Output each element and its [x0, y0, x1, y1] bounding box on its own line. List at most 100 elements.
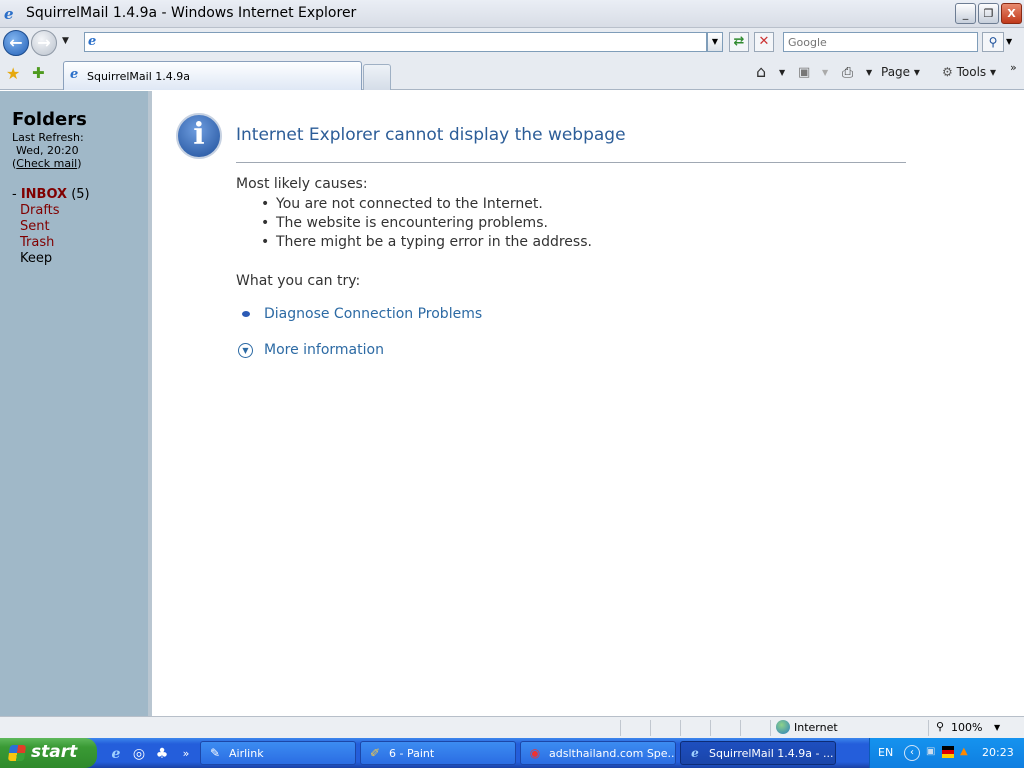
taskbar-item-squirrelmail[interactable]: e SquirrelMail 1.4.9a - ...	[680, 741, 836, 765]
quicklaunch-ie-icon[interactable]: e	[108, 746, 124, 762]
restore-button[interactable]: ❐	[978, 3, 999, 24]
tab-toolbar: ★ ✚ e SquirrelMail 1.4.9a ⌂ ▼ ▣ ▼ ⎙ ▼ Pa…	[0, 58, 1024, 90]
address-dropdown[interactable]: ▼	[707, 32, 723, 52]
paren-close: )	[77, 157, 82, 170]
ie-logo-icon: e	[4, 5, 14, 23]
print-dropdown[interactable]: ▼	[866, 68, 872, 77]
start-button[interactable]: start	[0, 738, 97, 768]
address-input[interactable]: e	[84, 32, 707, 52]
squirrelmail-sidebar: Folders Last Refresh: Wed, 20:20 (Check …	[0, 91, 152, 716]
zoom-icon[interactable]: ⚲	[936, 720, 944, 733]
network-icon[interactable]: ▣	[926, 746, 938, 758]
print-icon[interactable]: ⎙	[842, 65, 853, 81]
favorites-star-icon[interactable]: ★	[6, 64, 20, 83]
stop-button[interactable]: ✕	[754, 32, 774, 52]
cause-item: You are not connected to the Internet.	[261, 196, 592, 215]
back-button[interactable]: ←	[3, 30, 29, 56]
page-menu[interactable]: Page ▾	[881, 65, 920, 79]
toolbar-overflow-chevron[interactable]: »	[1010, 61, 1017, 74]
system-tray: EN ‹ ▣ ▲ 20:23	[869, 738, 1024, 768]
more-information-link[interactable]: More information	[264, 342, 384, 358]
stop-icon: ✕	[758, 34, 770, 49]
status-divider	[680, 720, 681, 736]
zoom-dropdown[interactable]: ▼	[994, 723, 1000, 732]
firewall-icon[interactable]: ▲	[960, 746, 972, 758]
language-indicator[interactable]: EN	[878, 746, 893, 759]
folder-inbox[interactable]: - INBOX (5)	[12, 187, 90, 202]
forward-button[interactable]: →	[31, 30, 57, 56]
zoom-level[interactable]: 100%	[951, 721, 982, 734]
ie-icon: e	[691, 746, 699, 760]
taskbar-item-paint[interactable]: ✐ 6 - Paint	[360, 741, 516, 765]
last-refresh-label: Last Refresh:	[12, 131, 84, 144]
start-label: start	[31, 742, 78, 762]
minimize-button[interactable]: _	[955, 3, 976, 24]
causes-list: You are not connected to the Internet. T…	[261, 196, 592, 253]
inbox-count: (5)	[67, 187, 90, 202]
status-divider	[710, 720, 711, 736]
folder-drafts[interactable]: Drafts	[20, 203, 60, 218]
task-label: SquirrelMail 1.4.9a - ...	[709, 747, 834, 760]
tools-menu[interactable]: ⚙ Tools ▾	[942, 65, 996, 79]
home-icon[interactable]: ⌂	[756, 62, 766, 81]
arrow-left-icon: ←	[9, 33, 23, 52]
status-divider	[650, 720, 651, 736]
check-mail-link[interactable]: Check mail	[16, 157, 77, 170]
quicklaunch-browser-icon[interactable]: ◎	[131, 746, 147, 762]
taskbar-item-adslthailand[interactable]: ◉ adslthailand.com Spe...	[520, 741, 676, 765]
search-input[interactable]	[783, 32, 978, 52]
feeds-icon[interactable]: ▣	[798, 65, 810, 80]
info-icon: i	[176, 113, 222, 159]
status-divider	[770, 720, 771, 736]
tools-label: Tools ▾	[956, 65, 996, 79]
search-options-dropdown[interactable]: ▼	[1006, 37, 1012, 46]
arrow-right-icon: →	[37, 33, 51, 52]
search-button[interactable]: ⚲	[982, 32, 1004, 52]
opera-icon: ◉	[529, 746, 541, 760]
new-tab-button[interactable]	[363, 64, 391, 90]
last-refresh-date: Wed, 20:20	[16, 144, 79, 157]
home-dropdown[interactable]: ▼	[779, 68, 785, 77]
windows-logo-icon	[7, 745, 27, 761]
title-bar: e SquirrelMail 1.4.9a - Windows Internet…	[0, 0, 1024, 28]
gear-icon: ⚙	[942, 65, 953, 79]
globe-icon	[776, 720, 790, 734]
task-label: adslthailand.com Spe...	[549, 747, 676, 760]
recent-pages-dropdown[interactable]: ▼	[62, 36, 69, 46]
divider	[236, 162, 906, 163]
task-label: 6 - Paint	[389, 747, 435, 760]
tab-squirrelmail[interactable]: e SquirrelMail 1.4.9a	[63, 61, 362, 90]
tray-expand-icon[interactable]: ‹	[904, 745, 920, 761]
taskbar-item-airlink[interactable]: ✎ Airlink	[200, 741, 356, 765]
quicklaunch-overflow-chevron[interactable]: »	[178, 746, 194, 762]
expand-chevron-icon[interactable]: ▼	[238, 343, 253, 358]
diagnose-link[interactable]: Diagnose Connection Problems	[264, 306, 482, 322]
document-icon: ✎	[209, 746, 221, 760]
window-title: SquirrelMail 1.4.9a - Windows Internet E…	[26, 5, 357, 21]
status-divider	[928, 720, 929, 736]
inbox-prefix: -	[12, 187, 21, 202]
status-divider	[620, 720, 621, 736]
address-toolbar: ← → ▼ e ▼ ⇄ ✕ ⚲ ▼	[0, 28, 1024, 58]
close-button[interactable]: X	[1001, 3, 1022, 24]
folder-trash[interactable]: Trash	[20, 235, 54, 250]
folder-keep[interactable]: Keep	[20, 251, 52, 266]
page-viewport: Folders Last Refresh: Wed, 20:20 (Check …	[0, 91, 1024, 716]
folders-heading: Folders	[12, 109, 87, 130]
quicklaunch-messenger-icon[interactable]: ♣	[154, 746, 170, 762]
security-zone: Internet	[794, 721, 838, 734]
refresh-icon: ⇄	[733, 34, 745, 49]
feeds-dropdown[interactable]: ▼	[822, 68, 828, 77]
error-title: Internet Explorer cannot display the web…	[236, 125, 626, 145]
cause-item: The website is encountering problems.	[261, 215, 592, 234]
try-heading: What you can try:	[236, 273, 361, 289]
flag-icon[interactable]	[942, 746, 954, 758]
folder-sent[interactable]: Sent	[20, 219, 50, 234]
causes-heading: Most likely causes:	[236, 176, 368, 192]
refresh-button[interactable]: ⇄	[729, 32, 749, 52]
add-favorites-icon[interactable]: ✚	[32, 64, 45, 82]
tab-ie-icon: e	[70, 67, 79, 82]
error-page: i Internet Explorer cannot display the w…	[156, 91, 1024, 716]
browser-window: e SquirrelMail 1.4.9a - Windows Internet…	[0, 0, 1024, 768]
bullet-icon	[242, 311, 250, 317]
